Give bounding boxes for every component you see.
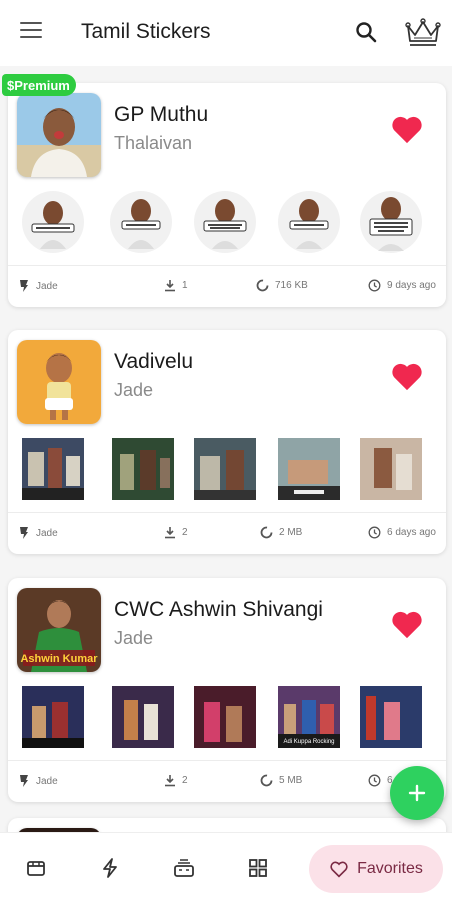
- updated-time: 6 days ago: [368, 526, 436, 539]
- dollar-icon: $: [7, 77, 15, 93]
- heart-icon[interactable]: [390, 360, 424, 392]
- sticker-preview: [194, 438, 256, 500]
- download-count: 2: [164, 526, 188, 539]
- sticker-preview-row: Adi Kuppa Rocking: [8, 686, 446, 758]
- clock-icon: [368, 279, 381, 292]
- menu-icon[interactable]: [20, 22, 42, 40]
- search-icon[interactable]: [354, 20, 378, 44]
- publisher-icon: [20, 280, 28, 292]
- clock-icon: [368, 774, 381, 787]
- sticker-preview: [278, 191, 340, 253]
- pack-author: Thalaivan: [114, 133, 193, 153]
- pack-name: Vadivelu: [114, 350, 193, 373]
- pack-card[interactable]: [8, 818, 446, 832]
- sticker-preview: [112, 438, 174, 500]
- sticker-preview: [22, 191, 84, 253]
- sticker-preview: [360, 191, 422, 253]
- download-icon: [165, 280, 175, 292]
- clock-icon: [368, 526, 381, 539]
- pack-size: 2 MB: [260, 526, 302, 539]
- sticker-preview: [112, 686, 174, 748]
- card-divider: [8, 760, 446, 761]
- sticker-preview: [360, 686, 422, 748]
- app-title: Tamil Stickers: [81, 20, 211, 43]
- sticker-preview: [22, 438, 84, 500]
- card-divider: [8, 512, 446, 513]
- sticker-preview: [110, 191, 172, 253]
- sticker-preview: [278, 438, 340, 500]
- stack-icon[interactable]: [173, 857, 195, 879]
- premium-badge: $ Premium: [2, 74, 76, 96]
- pack-thumbnail: Ashwin Kumar: [17, 588, 101, 672]
- download-count: 2: [164, 774, 188, 787]
- pack-author: Jade: [114, 628, 154, 648]
- heart-icon[interactable]: [390, 113, 424, 145]
- flash-icon[interactable]: [99, 857, 121, 879]
- pack-author: Jade: [114, 380, 154, 400]
- download-icon: [165, 775, 175, 787]
- pack-thumbnail: [17, 340, 101, 424]
- add-icon: [408, 784, 426, 802]
- pack-name: GP Muthu: [114, 103, 209, 126]
- size-icon: [260, 526, 273, 539]
- pack-size: 716 KB: [256, 279, 308, 292]
- grid-icon[interactable]: [247, 857, 269, 879]
- pack-thumbnail-caption: Ashwin Kumar: [20, 653, 98, 665]
- updated-time: 9 days ago: [368, 279, 436, 292]
- pack-thumbnail: [17, 93, 101, 177]
- sticker-preview: [22, 686, 84, 748]
- sticker-preview: [360, 438, 422, 500]
- app-bar: Tamil Stickers: [0, 0, 452, 66]
- publisher-info: Jade: [18, 774, 58, 788]
- bottom-navigation: Favorites: [0, 832, 452, 900]
- sticker-preview: [194, 686, 256, 748]
- heart-icon[interactable]: [390, 608, 424, 640]
- publisher-icon: [20, 775, 28, 787]
- download-icon: [165, 527, 175, 539]
- sticker-preview: [194, 191, 256, 253]
- add-pack-button[interactable]: [390, 766, 444, 820]
- store-icon[interactable]: [25, 857, 47, 879]
- sticker-preview: Adi Kuppa Rocking: [278, 686, 340, 748]
- publisher-icon: [20, 527, 28, 539]
- pack-name: CWC Ashwin Shivangi: [114, 598, 323, 621]
- heart-outline-icon: [330, 861, 348, 878]
- pack-feed[interactable]: GP Muthu Thalaivan Jade 1 716 KB 9 days …: [0, 66, 452, 832]
- crown-icon[interactable]: [404, 16, 442, 48]
- size-icon: [256, 279, 269, 292]
- tab-favorites[interactable]: Favorites: [309, 845, 443, 893]
- pack-size: 5 MB: [260, 774, 302, 787]
- pack-card[interactable]: Vadivelu Jade Jade 2 2 MB 6 days ago: [8, 330, 446, 554]
- publisher-info: Jade: [18, 279, 58, 293]
- pack-card[interactable]: GP Muthu Thalaivan Jade 1 716 KB 9 days …: [8, 83, 446, 307]
- pack-card[interactable]: Ashwin Kumar CWC Ashwin Shivangi Jade Ad…: [8, 578, 446, 802]
- sticker-preview-row: [8, 191, 446, 263]
- sticker-preview-row: [8, 438, 446, 510]
- updated-time: 6: [368, 774, 393, 787]
- sticker-caption: Adi Kuppa Rocking: [283, 739, 334, 745]
- size-icon: [260, 774, 273, 787]
- publisher-info: Jade: [18, 526, 58, 540]
- card-divider: [8, 265, 446, 266]
- download-count: 1: [164, 279, 188, 292]
